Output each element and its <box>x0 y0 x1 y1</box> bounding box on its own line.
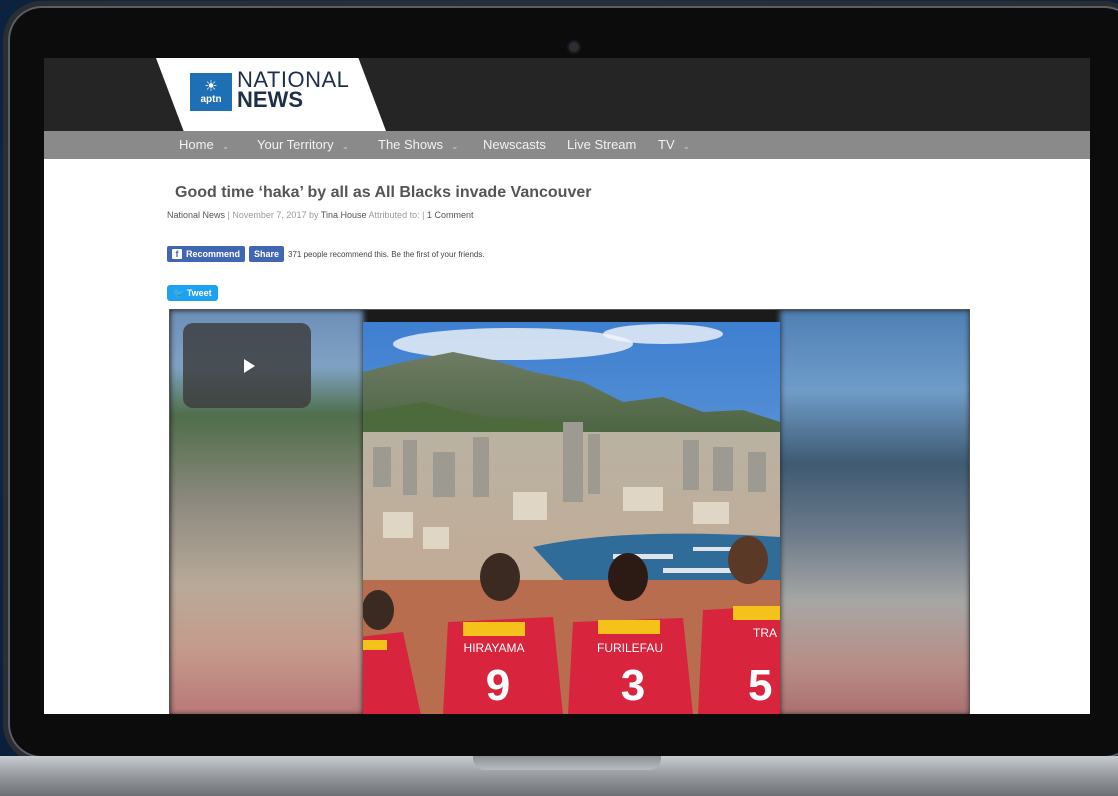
nav-label: Live Stream <box>567 137 637 152</box>
nav-item-newscasts[interactable]: Newscasts <box>483 131 546 159</box>
attributed-label: Attributed to: <box>368 210 420 220</box>
nav-label: TV <box>658 137 675 152</box>
nav-item-home[interactable]: Home ⌄ <box>179 131 229 159</box>
article-title: Good time ‘haka’ by all as All Blacks in… <box>175 184 592 201</box>
tweet-label: Tweet <box>186 288 212 298</box>
svg-text:9: 9 <box>486 661 510 710</box>
svg-text:FURILEFAU: FURILEFAU <box>597 641 663 655</box>
camera-icon <box>569 42 579 52</box>
play-icon <box>243 358 255 373</box>
article-date: November 7, 2017 <box>232 210 307 220</box>
main-nav: Home ⌄ Your Territory ⌄ The Shows ⌄ Newscas… <box>44 131 1090 159</box>
nav-label: Newscasts <box>483 137 546 152</box>
comments-link[interactable]: 1 Comment <box>427 210 474 220</box>
logo-mark-text: aptn <box>200 93 222 105</box>
svg-text:HIRAYAMA: HIRAYAMA <box>464 641 525 655</box>
chevron-down-icon: ⌄ <box>682 141 691 151</box>
author-link[interactable]: Tina House <box>321 210 367 220</box>
aptn-logo-icon[interactable]: ☀ aptn <box>190 73 232 111</box>
recommend-label: Recommend <box>186 249 241 259</box>
logo-line-2: NEWS <box>237 87 303 112</box>
nav-label: Home <box>179 137 214 152</box>
nav-item-your-territory[interactable]: Your Territory ⌄ <box>257 131 349 159</box>
video-player[interactable]: HIRAYAMA 9 FURILEFAU 3 TRA 5 <box>169 309 970 714</box>
nav-item-the-shows[interactable]: The Shows ⌄ <box>378 131 459 159</box>
tweet-button[interactable]: 🐦 Tweet <box>167 285 218 301</box>
facebook-row: f Recommend Share 371 people recommend t… <box>167 246 485 262</box>
category-link[interactable]: National News <box>167 210 225 220</box>
svg-text:5: 5 <box>748 661 772 710</box>
twitter-bird-icon: 🐦 <box>173 288 185 298</box>
chevron-down-icon: ⌄ <box>451 141 459 151</box>
chevron-down-icon: ⌄ <box>221 141 230 151</box>
play-button[interactable] <box>183 323 311 408</box>
article-meta: National News | November 7, 2017 by Tina… <box>167 210 473 220</box>
recommend-count-text: 371 people recommend this. Be the first … <box>288 249 485 259</box>
share-button[interactable]: Share <box>249 246 285 262</box>
video-blur-right <box>780 310 969 714</box>
sun-icon: ☀ <box>204 77 218 95</box>
site-logo[interactable]: NATIONAL NEWS <box>237 69 349 112</box>
video-frame-photo: HIRAYAMA 9 FURILEFAU 3 TRA 5 <box>363 322 780 714</box>
nav-item-tv[interactable]: TV ⌄ <box>658 131 690 159</box>
chevron-down-icon: ⌄ <box>341 141 350 151</box>
site-header: ☀ aptn NATIONAL NEWS <box>44 58 1090 131</box>
nav-item-live-stream[interactable]: Live Stream <box>567 131 636 159</box>
nav-label: Your Territory <box>257 137 334 152</box>
laptop-notch <box>473 756 661 770</box>
meta-separator: | <box>227 210 230 220</box>
laptop-base <box>0 756 1118 796</box>
facebook-icon: f <box>172 249 182 259</box>
svg-text:3: 3 <box>621 661 645 710</box>
nav-label: The Shows <box>378 137 444 152</box>
meta-separator: | <box>422 210 425 220</box>
browser-screen: ☀ aptn NATIONAL NEWS Home ⌄ Your Territor… <box>44 58 1090 714</box>
by-label: by <box>308 210 319 220</box>
svg-text:TRA: TRA <box>753 626 777 640</box>
recommend-button[interactable]: f Recommend <box>167 246 246 262</box>
